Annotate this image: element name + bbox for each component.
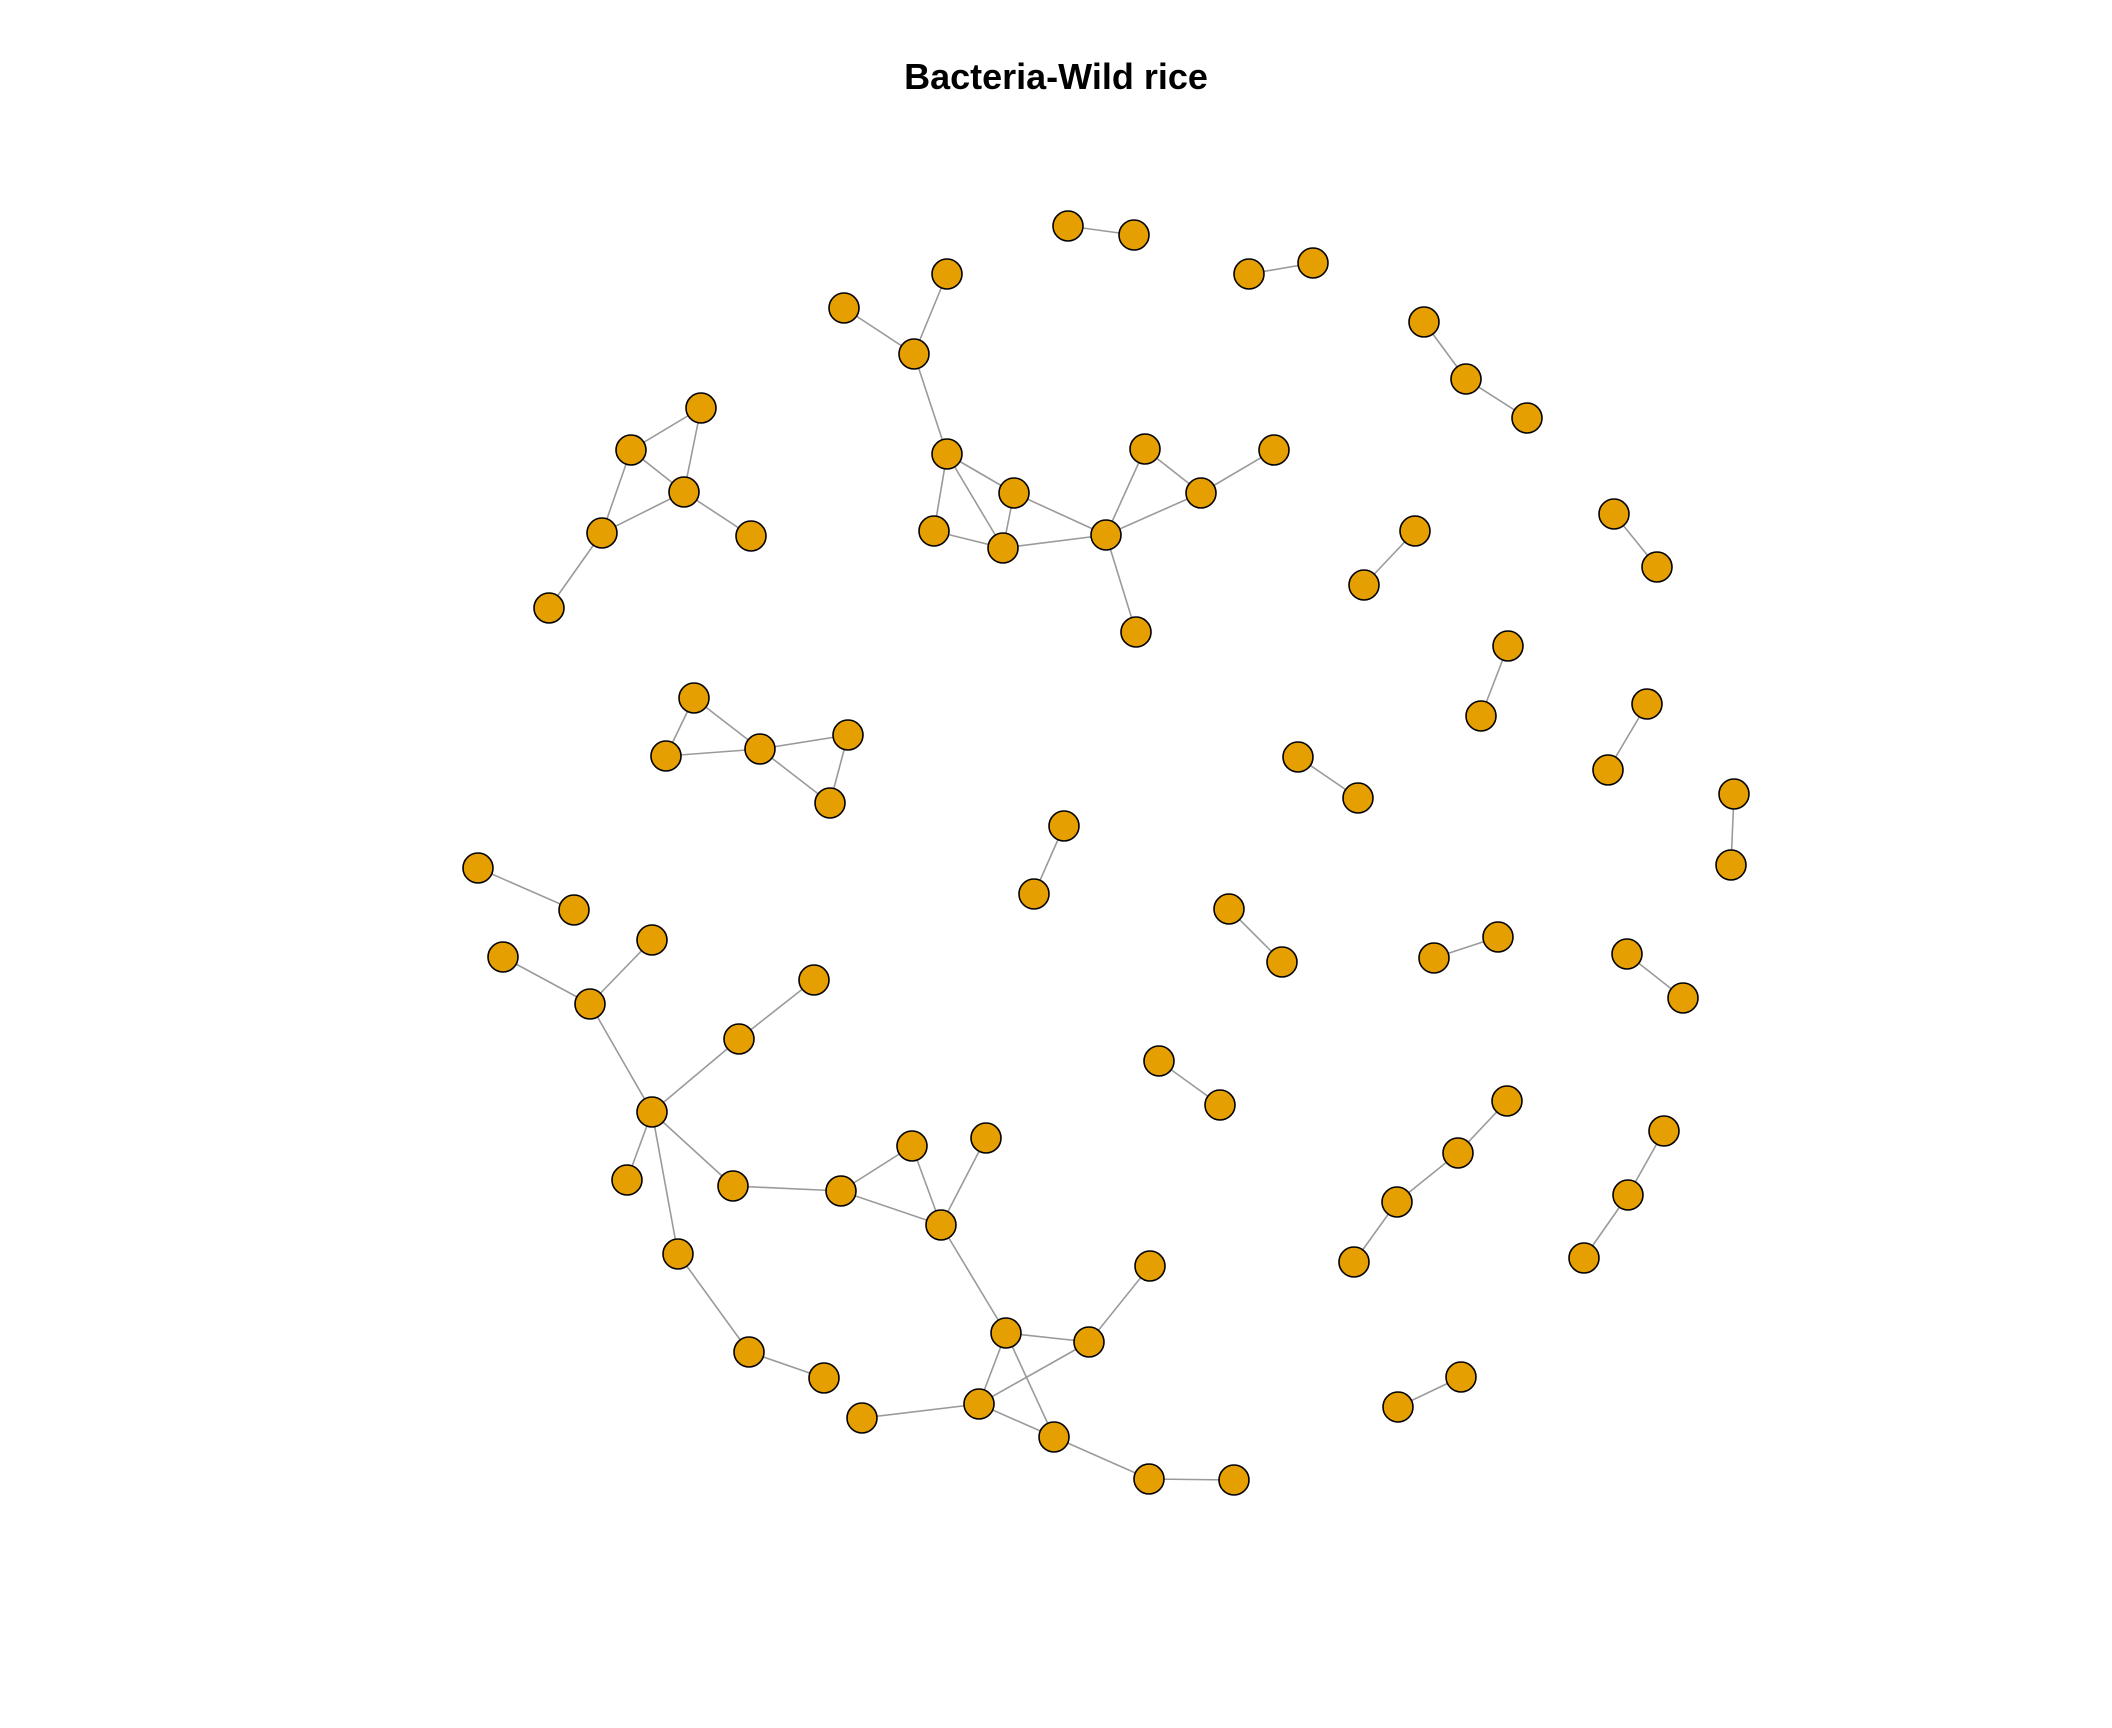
node-n24 <box>1418 942 1450 974</box>
node-n29 <box>1204 1089 1236 1121</box>
node-n65 <box>487 941 519 973</box>
node-n21 <box>1018 878 1050 910</box>
node-n31 <box>1442 1137 1474 1169</box>
node-n52 <box>615 434 647 466</box>
node-n70 <box>611 1164 643 1196</box>
node-n79 <box>990 1317 1022 1349</box>
edge-n69-n76 <box>651 1111 679 1255</box>
node-n47 <box>1129 433 1161 465</box>
node-n19 <box>1342 782 1374 814</box>
node-n81 <box>808 1362 840 1394</box>
node-n10 <box>1399 515 1431 547</box>
edge-n76-n78 <box>677 1253 750 1353</box>
node-n73 <box>896 1130 928 1162</box>
node-n49 <box>1258 434 1290 466</box>
network-graph <box>462 210 1750 1496</box>
node-n36 <box>1568 1242 1600 1274</box>
node-n43 <box>998 477 1030 509</box>
node-n41 <box>898 338 930 370</box>
node-n75 <box>925 1209 957 1241</box>
node-n82 <box>846 1402 878 1434</box>
node-n16 <box>1718 778 1750 810</box>
node-n62 <box>462 852 494 884</box>
node-n27 <box>1667 982 1699 1014</box>
node-n12 <box>1492 630 1524 662</box>
node-n68 <box>723 1023 755 1055</box>
node-n22 <box>1213 893 1245 925</box>
node-n44 <box>918 515 950 547</box>
node-n51 <box>685 392 717 424</box>
node-n39 <box>931 258 963 290</box>
node-n45 <box>987 532 1019 564</box>
node-n46 <box>1090 519 1122 551</box>
node-n8 <box>1598 498 1630 530</box>
node-n40 <box>828 292 860 324</box>
node-n66 <box>574 988 606 1020</box>
node-n15 <box>1592 754 1624 786</box>
node-n7 <box>1511 402 1543 434</box>
node-n78 <box>733 1336 765 1368</box>
node-n30 <box>1491 1085 1523 1117</box>
node-n37 <box>1445 1361 1477 1393</box>
node-n48 <box>1185 477 1217 509</box>
node-n20 <box>1048 810 1080 842</box>
node-n57 <box>678 682 710 714</box>
node-n32 <box>1381 1186 1413 1218</box>
node-n2 <box>1118 219 1150 251</box>
node-n83 <box>963 1388 995 1420</box>
node-n34 <box>1648 1115 1680 1147</box>
node-n13 <box>1465 700 1497 732</box>
node-n67 <box>798 964 830 996</box>
node-n85 <box>1133 1463 1165 1495</box>
node-n14 <box>1631 688 1663 720</box>
node-n5 <box>1408 306 1440 338</box>
node-n6 <box>1450 363 1482 395</box>
node-n74 <box>970 1122 1002 1154</box>
node-n17 <box>1715 849 1747 881</box>
node-n23 <box>1266 946 1298 978</box>
edge-n75-n79 <box>940 1224 1007 1334</box>
node-n38 <box>1382 1391 1414 1423</box>
node-n59 <box>744 733 776 765</box>
node-n50 <box>1120 616 1152 648</box>
node-n53 <box>668 476 700 508</box>
node-n1 <box>1052 210 1084 242</box>
node-n64 <box>636 924 668 956</box>
node-n55 <box>735 520 767 552</box>
edges-layer <box>477 225 1735 1481</box>
node-n76 <box>662 1238 694 1270</box>
node-n63 <box>558 894 590 926</box>
edge-n72-n75 <box>840 1190 942 1226</box>
nodes-layer <box>462 210 1750 1496</box>
node-n56 <box>533 592 565 624</box>
node-n77 <box>1134 1250 1166 1282</box>
node-n58 <box>650 740 682 772</box>
node-n42 <box>931 438 963 470</box>
edge-n68-n69 <box>651 1038 740 1113</box>
node-n80 <box>1073 1326 1105 1358</box>
node-n61 <box>814 787 846 819</box>
edge-n82-n83 <box>861 1403 980 1419</box>
edge-n71-n72 <box>732 1185 842 1192</box>
node-n28 <box>1143 1045 1175 1077</box>
node-n33 <box>1338 1246 1370 1278</box>
node-n25 <box>1482 921 1514 953</box>
node-n4 <box>1297 247 1329 279</box>
node-n26 <box>1611 938 1643 970</box>
node-n11 <box>1348 569 1380 601</box>
node-n72 <box>825 1175 857 1207</box>
node-n69 <box>636 1096 668 1128</box>
edge-n66-n69 <box>589 1003 653 1113</box>
node-n84 <box>1038 1421 1070 1453</box>
node-n18 <box>1282 741 1314 773</box>
node-n35 <box>1612 1179 1644 1211</box>
node-n54 <box>586 517 618 549</box>
node-n60 <box>832 719 864 751</box>
node-n9 <box>1641 551 1673 583</box>
node-n3 <box>1233 258 1265 290</box>
edge-n42-n45 <box>946 453 1004 549</box>
node-n71 <box>717 1170 749 1202</box>
node-n86 <box>1218 1464 1250 1496</box>
